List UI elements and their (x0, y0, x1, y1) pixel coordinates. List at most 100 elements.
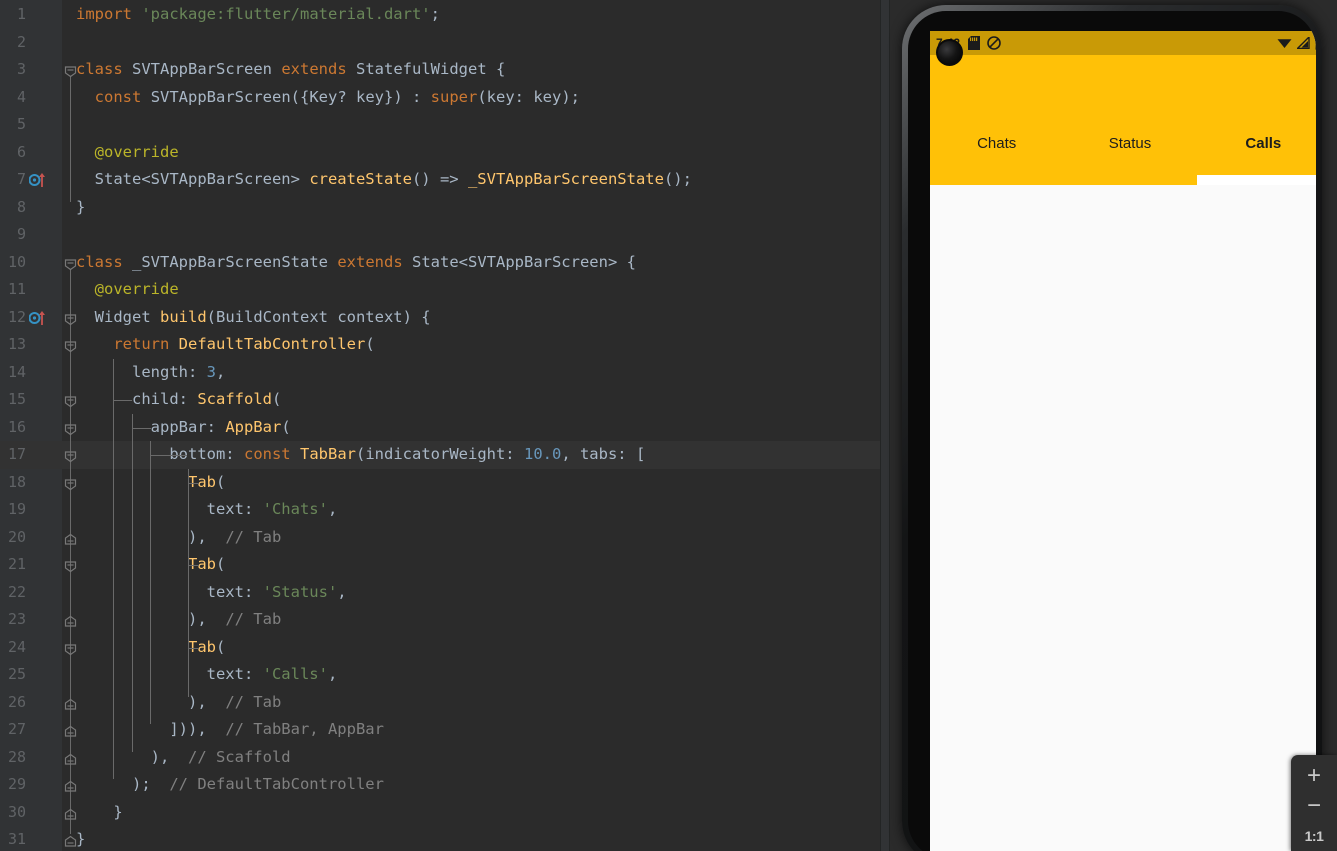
line-number: 27 (7, 720, 26, 738)
code-line[interactable]: 13 return DefaultTabController( (0, 331, 880, 359)
device-screen[interactable]: 7:42 (930, 31, 1316, 851)
fold-handle[interactable] (64, 256, 77, 270)
android-status-bar: 7:42 (930, 31, 1316, 55)
fold-handle[interactable] (64, 778, 77, 792)
code-text: ), // Tab (187, 692, 282, 711)
fold-handle[interactable] (64, 448, 77, 463)
line-number: 31 (7, 830, 26, 848)
device-bezel: 7:42 (908, 11, 1316, 851)
cellular-signal-icon (1297, 37, 1310, 49)
code-line[interactable]: 8} (0, 194, 880, 222)
fold-handle[interactable] (64, 613, 77, 627)
implemented-method-marker[interactable] (28, 310, 45, 326)
fold-handle[interactable] (64, 531, 77, 545)
emulator-zoom-controls[interactable]: + − 1:1 (1291, 755, 1337, 851)
line-number: 22 (7, 582, 26, 601)
code-line[interactable]: 2 (0, 29, 880, 57)
line-number: 11 (7, 280, 26, 298)
fold-handle[interactable] (64, 476, 77, 490)
indent-guide (113, 358, 114, 779)
code-line[interactable]: 12 Widget build(BuildContext context) { (0, 304, 880, 332)
code-text: ), // Scaffold (76, 747, 291, 766)
tab-indicator (1196, 175, 1316, 185)
indent-guide (188, 523, 189, 559)
code-line[interactable]: 30 } (0, 799, 880, 827)
tab-chats-label: Chats (977, 135, 1017, 152)
line-number: 9 (16, 225, 26, 243)
ide-window: 1 import 'package:flutter/material.dart';… (0, 0, 1337, 851)
implemented-method-marker[interactable] (28, 172, 45, 188)
code-line[interactable]: 11 @override (0, 276, 880, 304)
code-text: class _SVTAppBarScreenState extends Stat… (76, 252, 636, 271)
line-number: 20 (7, 527, 26, 546)
code-line[interactable]: 10 class _SVTAppBarScreenState extends St… (0, 249, 880, 277)
line-number: 16 (7, 417, 26, 436)
code-text: } (76, 802, 123, 821)
sd-card-icon (968, 36, 981, 50)
code-line[interactable]: 3 class SVTAppBarScreen extends StatefulW… (0, 56, 880, 84)
line-number: 26 (7, 692, 26, 711)
tab-status[interactable]: Status (1063, 127, 1196, 185)
code-line[interactable]: 1 import 'package:flutter/material.dart'; (0, 1, 880, 29)
code-line[interactable]: 7 State<SVTAppBarScreen> createState() =… (0, 166, 880, 194)
tab-calls[interactable]: Calls (1196, 127, 1316, 185)
code-editor[interactable]: 1 import 'package:flutter/material.dart';… (0, 0, 880, 851)
zoom-in-button[interactable]: + (1291, 761, 1337, 791)
line-number: 6 (16, 142, 26, 161)
line-number: 19 (7, 500, 26, 518)
indent-guide (150, 441, 151, 724)
code-line[interactable]: 14 length: 3, (0, 359, 880, 387)
line-number: 13 (7, 335, 26, 353)
code-line[interactable]: 9 (0, 221, 880, 249)
fold-handle[interactable] (64, 696, 77, 710)
fold-handle[interactable] (64, 833, 77, 847)
code-text: State<SVTAppBarScreen> createState() => … (94, 170, 692, 188)
line-number: 3 (16, 60, 26, 78)
actual-size-button[interactable]: 1:1 (1291, 821, 1337, 851)
fold-handle[interactable] (64, 806, 77, 820)
line-number: 30 (7, 802, 26, 821)
line-number: 24 (7, 637, 26, 656)
code-line[interactable]: 31} (0, 826, 880, 851)
fold-handle[interactable] (64, 558, 77, 573)
fold-handle[interactable] (64, 311, 77, 325)
zoom-out-button[interactable]: − (1291, 791, 1337, 821)
fold-handle[interactable] (64, 723, 77, 737)
structure-connector (113, 400, 132, 401)
emulator-panel: 7:42 (890, 0, 1337, 851)
fold-handle[interactable] (64, 338, 77, 353)
code-line[interactable]: 29 ); // DefaultTabController (0, 771, 880, 799)
code-text: length: 3, (76, 362, 226, 381)
fold-handle[interactable] (64, 751, 77, 765)
line-number: 12 (7, 307, 26, 326)
code-text: text: 'Calls', (76, 665, 338, 683)
structure-connector (188, 647, 199, 649)
battery-icon (1315, 37, 1316, 50)
code-text: text: 'Chats', (76, 500, 338, 518)
code-text: Widget build(BuildContext context) { (94, 307, 431, 326)
code-text: } (76, 197, 86, 216)
line-number: 17 (7, 445, 26, 463)
fold-handle[interactable] (64, 641, 77, 655)
tab-bar[interactable]: Chats Status Calls (930, 127, 1316, 185)
code-text: appBar: AppBar( (76, 417, 291, 436)
line-number: 10 (7, 252, 26, 271)
fold-region-line (70, 268, 71, 834)
fold-handle[interactable] (64, 63, 77, 78)
structure-connector (132, 427, 151, 429)
code-line[interactable]: 6 @override (0, 139, 880, 167)
code-line[interactable]: 5 (0, 111, 880, 139)
tab-chats[interactable]: Chats (930, 127, 1063, 185)
code-text: class SVTAppBarScreen extends StatefulWi… (76, 60, 506, 78)
code-line[interactable]: 15 child: Scaffold( (0, 386, 880, 414)
fold-handle[interactable] (64, 393, 77, 408)
code-text: import 'package:flutter/material.dart'; (76, 5, 440, 23)
do-not-disturb-icon (987, 36, 1001, 50)
line-number: 18 (7, 472, 26, 491)
structure-connector (150, 455, 187, 456)
panel-divider[interactable] (880, 0, 890, 851)
line-number: 29 (7, 775, 26, 793)
code-line[interactable]: 4 const SVTAppBarScreen({Key? key}) : su… (0, 84, 880, 112)
line-number: 14 (7, 362, 26, 381)
fold-handle[interactable] (64, 421, 77, 435)
